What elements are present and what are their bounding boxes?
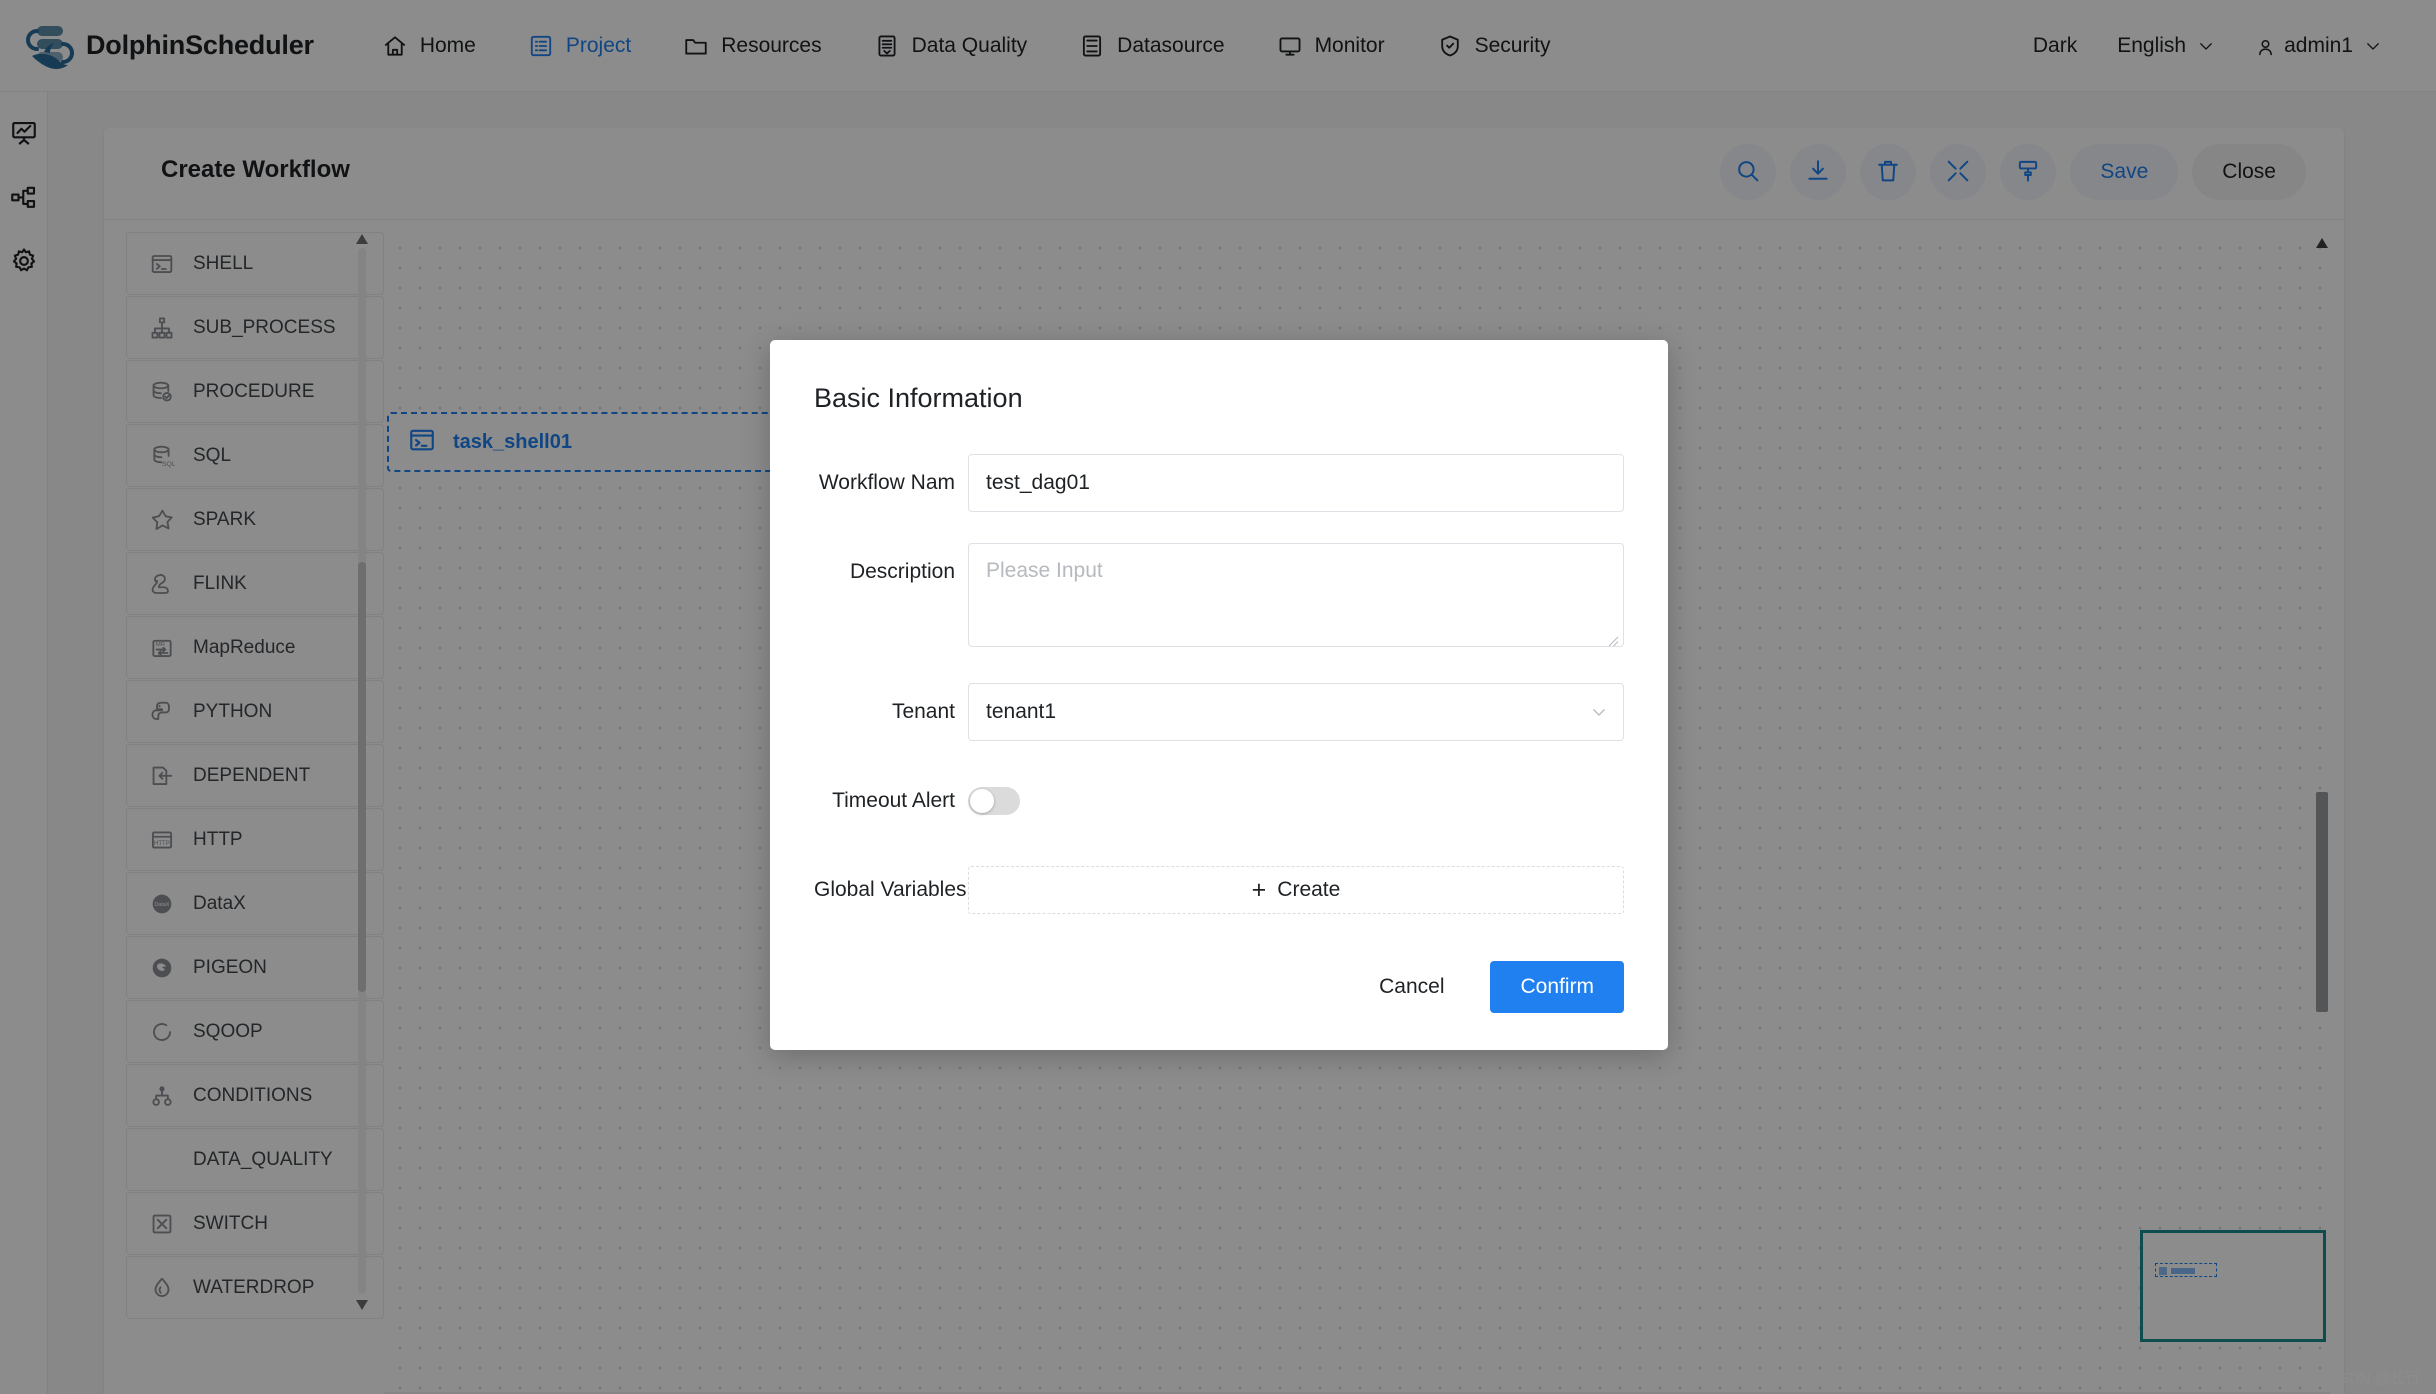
chevron-down-icon[interactable] [1590,703,1608,721]
tenant-label: Tenant [814,683,968,741]
form-row-workflow-name: Workflow Nam [814,454,1624,512]
cancel-button[interactable]: Cancel [1353,961,1470,1013]
global-variables-create-button[interactable]: + Create [968,866,1624,914]
timeout-alert-label: Timeout Alert [814,772,968,830]
basic-information-dialog: Basic Information Workflow Nam Descripti… [770,340,1668,1050]
create-label: Create [1277,878,1340,902]
workflow-name-label: Workflow Nam [814,454,968,512]
timeout-alert-toggle[interactable] [968,787,1020,815]
tenant-select[interactable] [968,683,1624,741]
description-textarea[interactable] [968,543,1624,647]
confirm-button[interactable]: Confirm [1490,961,1624,1013]
form-row-tenant: Tenant [814,683,1624,741]
workflow-name-input[interactable] [968,454,1624,512]
global-variables-label: Global Variables [814,861,968,919]
app-root: DolphinScheduler Home Project [0,0,2436,1394]
plus-icon: + [1252,878,1267,903]
dialog-footer: Cancel Confirm [814,961,1624,1013]
form-row-description: Description [814,543,1624,652]
dialog-title: Basic Information [814,340,1624,414]
description-label: Description [814,543,968,601]
toggle-knob [970,789,994,813]
form-row-timeout-alert: Timeout Alert [814,772,1624,830]
form-row-global-variables: Global Variables + Create [814,861,1624,919]
watermark: CSDN @长行 [2328,1367,2420,1388]
